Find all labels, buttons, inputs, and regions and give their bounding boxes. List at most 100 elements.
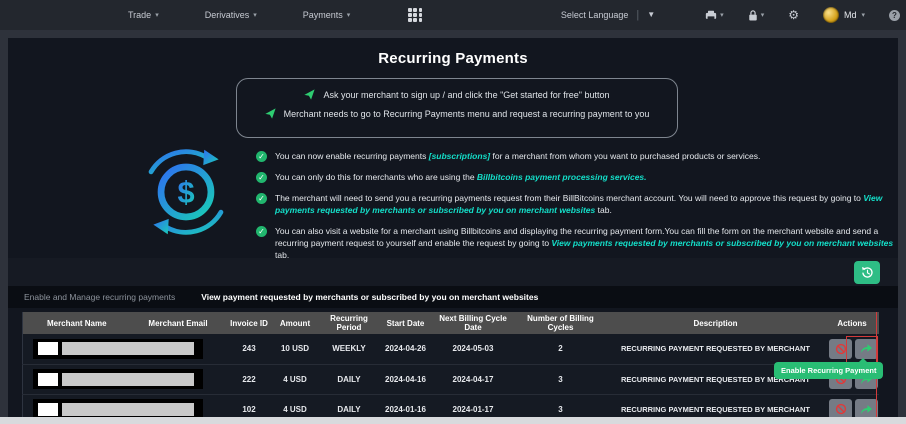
redacted-merchant-info xyxy=(33,369,203,389)
chevron-down-icon: ▼ xyxy=(647,10,656,19)
nav-label: Payments xyxy=(302,10,343,20)
chevron-down-icon: ▾ xyxy=(760,11,765,19)
bullet-item: ✓ The merchant will need to send you a r… xyxy=(256,192,894,216)
lock-icon xyxy=(748,9,757,20)
table-row: 243 10 USD WEEKLY 2024-04-26 2024-05-03 … xyxy=(22,334,879,365)
merchant-info-box: Ask your merchant to sign up / and click… xyxy=(236,78,678,138)
chevron-down-icon: ▾ xyxy=(155,11,159,19)
bullet-item: ✓ You can only do this for merchants who… xyxy=(256,171,894,183)
col-amount: Amount xyxy=(272,312,318,334)
start-date-cell: 2024-04-16 xyxy=(380,364,431,395)
check-icon: ✓ xyxy=(256,193,267,204)
table-row: 222 4 USD DAILY 2024-04-16 2024-04-17 3 … xyxy=(22,364,879,395)
check-icon: ✓ xyxy=(256,151,267,162)
redacted-merchant-info xyxy=(33,338,203,359)
tab-bar: Enable and Manage recurring payments Vie… xyxy=(8,286,898,308)
cycles-cell: 2 xyxy=(515,334,606,365)
col-merchant-email: Merchant Email xyxy=(130,312,226,334)
period-cell: DAILY xyxy=(317,364,381,395)
check-icon: ✓ xyxy=(256,226,267,237)
chevron-down-icon: ▾ xyxy=(720,11,724,19)
user-menu[interactable]: Md ▾ xyxy=(822,7,865,23)
payment-services-link[interactable]: Billbitcoins payment processing services… xyxy=(477,172,647,182)
next-billing-cell: 2024-01-17 xyxy=(430,394,516,417)
view-payments-link[interactable]: View payments requested by merchants or … xyxy=(551,238,893,248)
merchant-cell xyxy=(22,394,226,417)
block-icon xyxy=(835,343,846,354)
info-line: Merchant needs to go to Recurring Paymen… xyxy=(237,108,677,119)
tab-enable-manage[interactable]: Enable and Manage recurring payments xyxy=(24,292,175,302)
next-billing-cell: 2024-04-17 xyxy=(430,364,516,395)
description-cell: RECURRING PAYMENT REQUESTED BY MERCHANT xyxy=(605,394,826,417)
bullet-item: ✓ You can now enable recurring payments … xyxy=(256,150,894,162)
col-recurring-period: Recurring Period xyxy=(317,312,381,334)
info-text: Ask your merchant to sign up / and click… xyxy=(323,89,610,100)
main-panel: Recurring Payments Ask your merchant to … xyxy=(8,38,898,417)
subscriptions-link[interactable]: [subscriptions] xyxy=(429,151,490,161)
recurring-payments-table: Merchant Name Merchant Email Invoice ID … xyxy=(22,312,879,417)
feature-bullets: ✓ You can now enable recurring payments … xyxy=(256,150,894,270)
paper-plane-icon xyxy=(265,108,276,119)
forward-arrow-icon xyxy=(861,404,872,414)
col-billing-cycles: Number of Billing Cycles xyxy=(515,312,606,334)
merchant-cell xyxy=(22,364,226,395)
nav-menu: Trade ▾ Derivatives ▾ Payments ▾ xyxy=(128,0,423,30)
cycles-cell: 3 xyxy=(515,394,606,417)
bullet-text: You can only do this for merchants who a… xyxy=(275,172,477,182)
nav-item-trade[interactable]: Trade ▾ xyxy=(128,10,159,20)
bullet-text: You can now enable recurring payments xyxy=(275,151,429,161)
nav-item-derivatives[interactable]: Derivatives ▾ xyxy=(205,10,257,20)
table-header-row: Merchant Name Merchant Email Invoice ID … xyxy=(22,312,879,334)
nav-item-payments[interactable]: Payments ▾ xyxy=(303,10,351,20)
bullet-text: The merchant will need to send you a rec… xyxy=(275,193,864,203)
user-name: Md xyxy=(843,10,857,20)
cycles-cell: 3 xyxy=(515,364,606,395)
amount-cell: 4 USD xyxy=(272,394,318,417)
period-cell: WEEKLY xyxy=(317,334,381,365)
printer-icon xyxy=(706,10,717,20)
next-billing-cell: 2024-05-03 xyxy=(430,334,516,365)
tab-view-requested[interactable]: View payment requested by merchants or s… xyxy=(201,292,538,302)
invoice-id-cell: 222 xyxy=(225,364,273,395)
check-icon: ✓ xyxy=(256,172,267,183)
amount-cell: 10 USD xyxy=(272,334,318,365)
help-icon[interactable]: ? xyxy=(889,9,900,21)
col-invoice-id: Invoice ID xyxy=(225,312,273,334)
block-payment-button[interactable] xyxy=(829,399,852,417)
chevron-down-icon: ▾ xyxy=(861,11,865,19)
payments-table-zone: Merchant Name Merchant Email Invoice ID … xyxy=(22,312,884,417)
security-menu[interactable]: ▾ xyxy=(748,9,765,22)
table-row: 102 4 USD DAILY 2024-01-16 2024-01-17 3 … xyxy=(22,394,879,417)
period-cell: DAILY xyxy=(317,394,381,417)
svg-text:$: $ xyxy=(177,175,194,210)
chevron-down-icon: ▾ xyxy=(346,11,351,19)
paper-plane-icon xyxy=(304,89,316,100)
apps-grid-icon[interactable] xyxy=(408,8,423,22)
col-next-billing: Next Billing Cycle Date xyxy=(430,312,516,334)
start-date-cell: 2024-01-16 xyxy=(380,394,431,417)
col-merchant-name: Merchant Name xyxy=(22,312,131,334)
start-date-cell: 2024-04-26 xyxy=(380,334,431,365)
page-title: Recurring Payments xyxy=(378,50,528,67)
chevron-down-icon: ▾ xyxy=(253,11,257,19)
history-refresh-button[interactable] xyxy=(854,261,880,284)
bullet-item: ✓ You can also visit a website for a mer… xyxy=(256,225,894,261)
col-description: Description xyxy=(605,312,826,334)
amount-cell: 4 USD xyxy=(272,364,318,395)
history-icon xyxy=(861,266,873,278)
recurring-payment-icon: $ xyxy=(138,144,234,245)
gear-icon[interactable]: ⚙ xyxy=(788,8,799,22)
description-cell: RECURRING PAYMENT REQUESTED BY MERCHANT xyxy=(605,334,826,365)
divider: | xyxy=(636,9,640,21)
nav-label: Trade xyxy=(128,10,152,20)
top-nav: Trade ▾ Derivatives ▾ Payments ▾ Select … xyxy=(0,0,906,30)
col-start-date: Start Date xyxy=(380,312,431,334)
actions-cell xyxy=(825,394,879,417)
block-icon xyxy=(835,403,846,415)
enable-recurring-payment-button[interactable] xyxy=(855,399,878,417)
bullet-text: tab. xyxy=(595,205,612,215)
printer-menu[interactable]: ▾ xyxy=(705,10,724,21)
info-text: Merchant needs to go to Recurring Paymen… xyxy=(283,108,650,119)
info-line: Ask your merchant to sign up / and click… xyxy=(237,89,677,100)
language-selector[interactable]: Select Language | ▼ xyxy=(561,9,655,21)
